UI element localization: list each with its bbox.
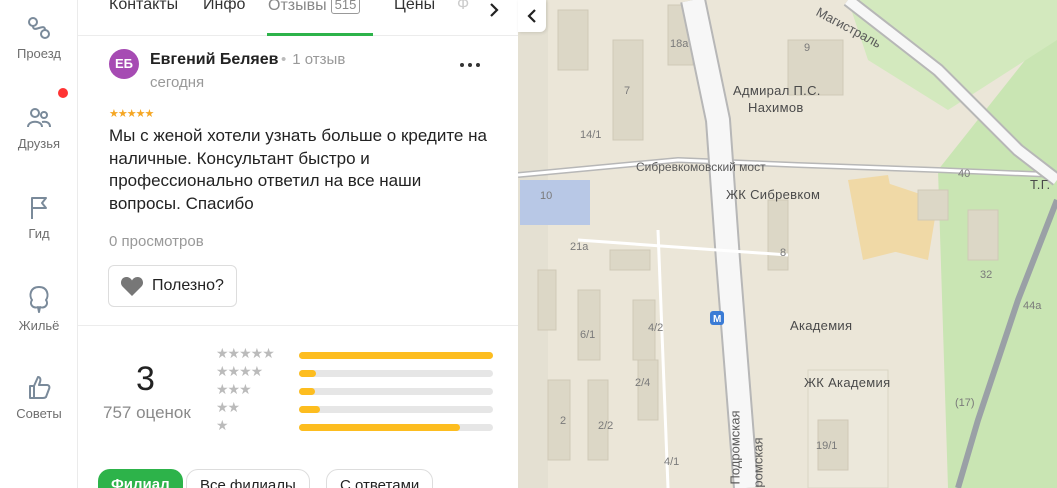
map-view[interactable]: M Магистраль Адмирал П.С. Нахимов Сибрев… [518,0,1057,488]
review-date: сегодня [150,74,205,91]
rating-row-2: ★★ [216,400,496,415]
review-author[interactable]: Евгений Беляев [150,51,278,69]
map-label-house: 14/1 [580,129,602,141]
svg-text:M: M [713,314,721,325]
reviews-panel: Контакты Инфо Отзывы 515 Цены Ф ЕБ Евгени… [78,0,518,488]
tab-contacts[interactable]: Контакты [109,0,178,14]
rail-item-guide[interactable]: Гид [0,194,78,241]
friends-icon [27,108,51,128]
rating-row-4: ★★★★ [216,364,496,379]
review-text: Мы с женой хотели узнать больше о кредит… [109,126,487,213]
section-divider [78,325,518,326]
map-label-house: 44а [1023,300,1042,312]
rating-bar-fill [299,424,461,431]
average-rating: 3 [136,360,155,398]
map-label-house: 4/1 [664,456,680,468]
rail-label: Жильё [18,318,60,333]
review-views: 0 просмотров [109,233,204,250]
map-label-poi: ЖК Сибревком [726,187,821,202]
rail-item-housing[interactable]: Жильё [0,284,78,333]
map-label-house: 32 [980,269,993,281]
map-label-house: 4/2 [648,322,664,334]
map-label-house: 9 [804,42,811,54]
heart-icon [120,277,144,296]
rail-label: Советы [16,406,62,421]
avatar[interactable]: ЕБ [109,49,139,79]
tree-icon [29,286,49,313]
more-options-button[interactable] [460,57,484,73]
reviews-count-badge: 515 [330,0,361,14]
notification-dot [58,88,68,98]
rating-bar-fill [299,406,321,413]
map-label-street: ромская [750,437,766,488]
map-label-house: 8 [780,247,787,259]
route-icon [28,17,50,39]
rail-label: Проезд [16,46,61,61]
tab-info[interactable]: Инфо [203,0,245,14]
map-label-street: Подромская [727,410,743,485]
left-rail: Проезд Друзья Гид Жильё Советы [0,0,78,488]
map-label-street: Сибревкомовский мост [636,160,766,174]
chevron-left-icon [527,9,536,23]
flag-icon [31,197,47,219]
active-tab-indicator [267,33,373,36]
tab-bar: Контакты Инфо Отзывы 515 Цены Ф [78,0,518,36]
rating-bar-fill [299,352,493,359]
map-label-house: 21а [570,241,589,253]
map-label-house: 19/1 [816,440,838,452]
rail-label: Гид [28,226,50,241]
rail-item-friends[interactable]: Друзья [0,104,78,151]
map-label-house: 10 [540,190,553,202]
map-label-poi: Нахимов [748,100,804,115]
tab-photos[interactable]: Ф [457,0,469,14]
map-label-poi: Академия [790,318,853,333]
rating-bar-fill [299,370,317,377]
map-label-poi: Т.Г. [1030,177,1051,192]
map-label-house: 18а [670,38,689,50]
map-label-house: 7 [624,85,631,97]
tab-reviews[interactable]: Отзывы 515 [268,0,361,15]
rail-item-route[interactable]: Проезд [0,14,78,61]
thumbs-up-icon [29,376,51,399]
filter-chip-branch[interactable]: Филиал [98,469,183,488]
author-review-count: • 1 отзыв [281,51,346,68]
rail-label: Друзья [17,136,61,151]
rating-row-5: ★★★★★ [216,346,496,361]
filter-chip-all-branches[interactable]: Все филиалы [186,469,310,488]
map-canvas: M [518,0,1057,488]
map-label-house: 40 [958,168,971,180]
map-label-house: 2/4 [635,377,651,389]
chevron-right-icon [490,3,499,17]
map-label-poi: ЖК Академия [804,375,891,390]
collapse-panel-button[interactable] [518,0,546,32]
rating-row-1: ★ [216,418,496,433]
rating-row-3: ★★★ [216,382,496,397]
filter-chip-with-answers[interactable]: С ответами [326,469,434,488]
review-stars: ★★★★★ [109,108,154,120]
useful-button[interactable]: Полезно? [108,265,237,307]
map-label-house: (17) [955,397,975,409]
map-label-house: 2/2 [598,420,614,432]
tab-prices[interactable]: Цены [394,0,435,14]
ratings-count: 757 оценок [103,403,191,422]
map-label-poi: Адмирал П.С. [733,83,821,98]
map-label-house: 2 [560,415,567,427]
rail-item-tips[interactable]: Советы [0,372,78,421]
map-label-house: 6/1 [580,329,596,341]
rating-bar-fill [299,388,315,395]
useful-label: Полезно? [152,277,224,294]
tabs-next-button[interactable] [480,0,508,22]
